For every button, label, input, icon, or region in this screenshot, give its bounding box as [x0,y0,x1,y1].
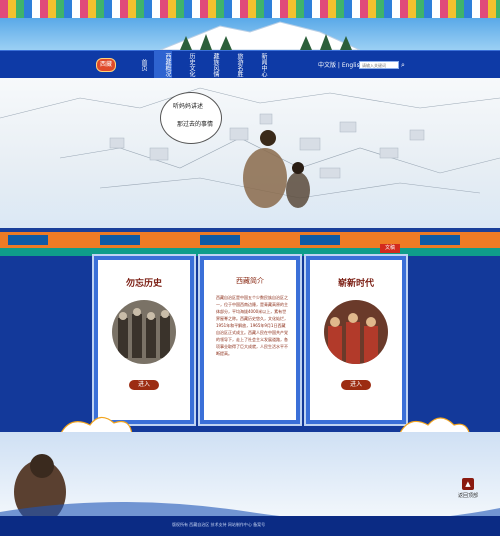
panel-new-era: 崭新时代 进入 [304,254,408,426]
new-era-enter-button[interactable]: 进入 [341,380,371,390]
nav-item-tourism[interactable]: 旅游名胜 [226,50,244,78]
history-enter-button[interactable]: 进入 [129,380,159,390]
nav-item-home[interactable]: 首页 [130,50,148,78]
panel-new-era-title: 崭新时代 [337,279,374,289]
panel-history-title: 勿忘历史 [125,279,162,289]
new-era-photo [324,300,388,364]
back-to-top-label[interactable]: 返回顶部 [456,492,480,499]
snow-mountain [160,21,360,50]
intro-title: 西藏简介 [236,277,264,285]
site-logo[interactable]: 西藏 [96,58,116,72]
back-to-top-icon[interactable]: ▲ [462,478,474,490]
calligraphy-line-2: 那过去的事情 [177,121,214,128]
intro-text: 西藏自治区是中国五个少数民族自治区之一，位于中国西南边陲，是青藏高原的主体部分，… [216,295,288,356]
search-input[interactable]: 请输入关键词 [359,61,399,69]
lower-banner [0,432,500,524]
teal-band [0,248,500,256]
calligraphy-circle: 听妈妈讲述 那过去的事情 [160,92,222,144]
panel-intro: 西藏简介 西藏自治区是中国五个少数民族自治区之一，位于中国西南边陲，是青藏高原的… [198,254,302,426]
language-switch[interactable]: 中文版 | English [318,60,364,69]
calligraphy-line-1: 听妈妈讲述 [173,103,204,110]
search-icon[interactable]: ⌕ [398,60,408,70]
nav-item-news[interactable]: 新闻中心 [250,50,268,78]
city-sketch [0,87,500,208]
hero-banner [0,78,500,228]
history-photo [112,300,176,364]
text-badge[interactable]: 文稿 [380,244,400,253]
panel-history: 勿忘历史 进入 [92,254,196,426]
ornament-band [0,232,500,248]
nav-item-custom[interactable]: 藏族风情 [202,50,220,78]
nav-item-overview[interactable]: 西藏概况 [154,50,172,78]
footer-copyright: 版权所有 西藏自治区 技术支持 网站制作中心 备案号 [172,522,266,527]
prayer-flags [0,0,500,18]
nav-item-history[interactable]: 历史文化 [178,50,196,78]
